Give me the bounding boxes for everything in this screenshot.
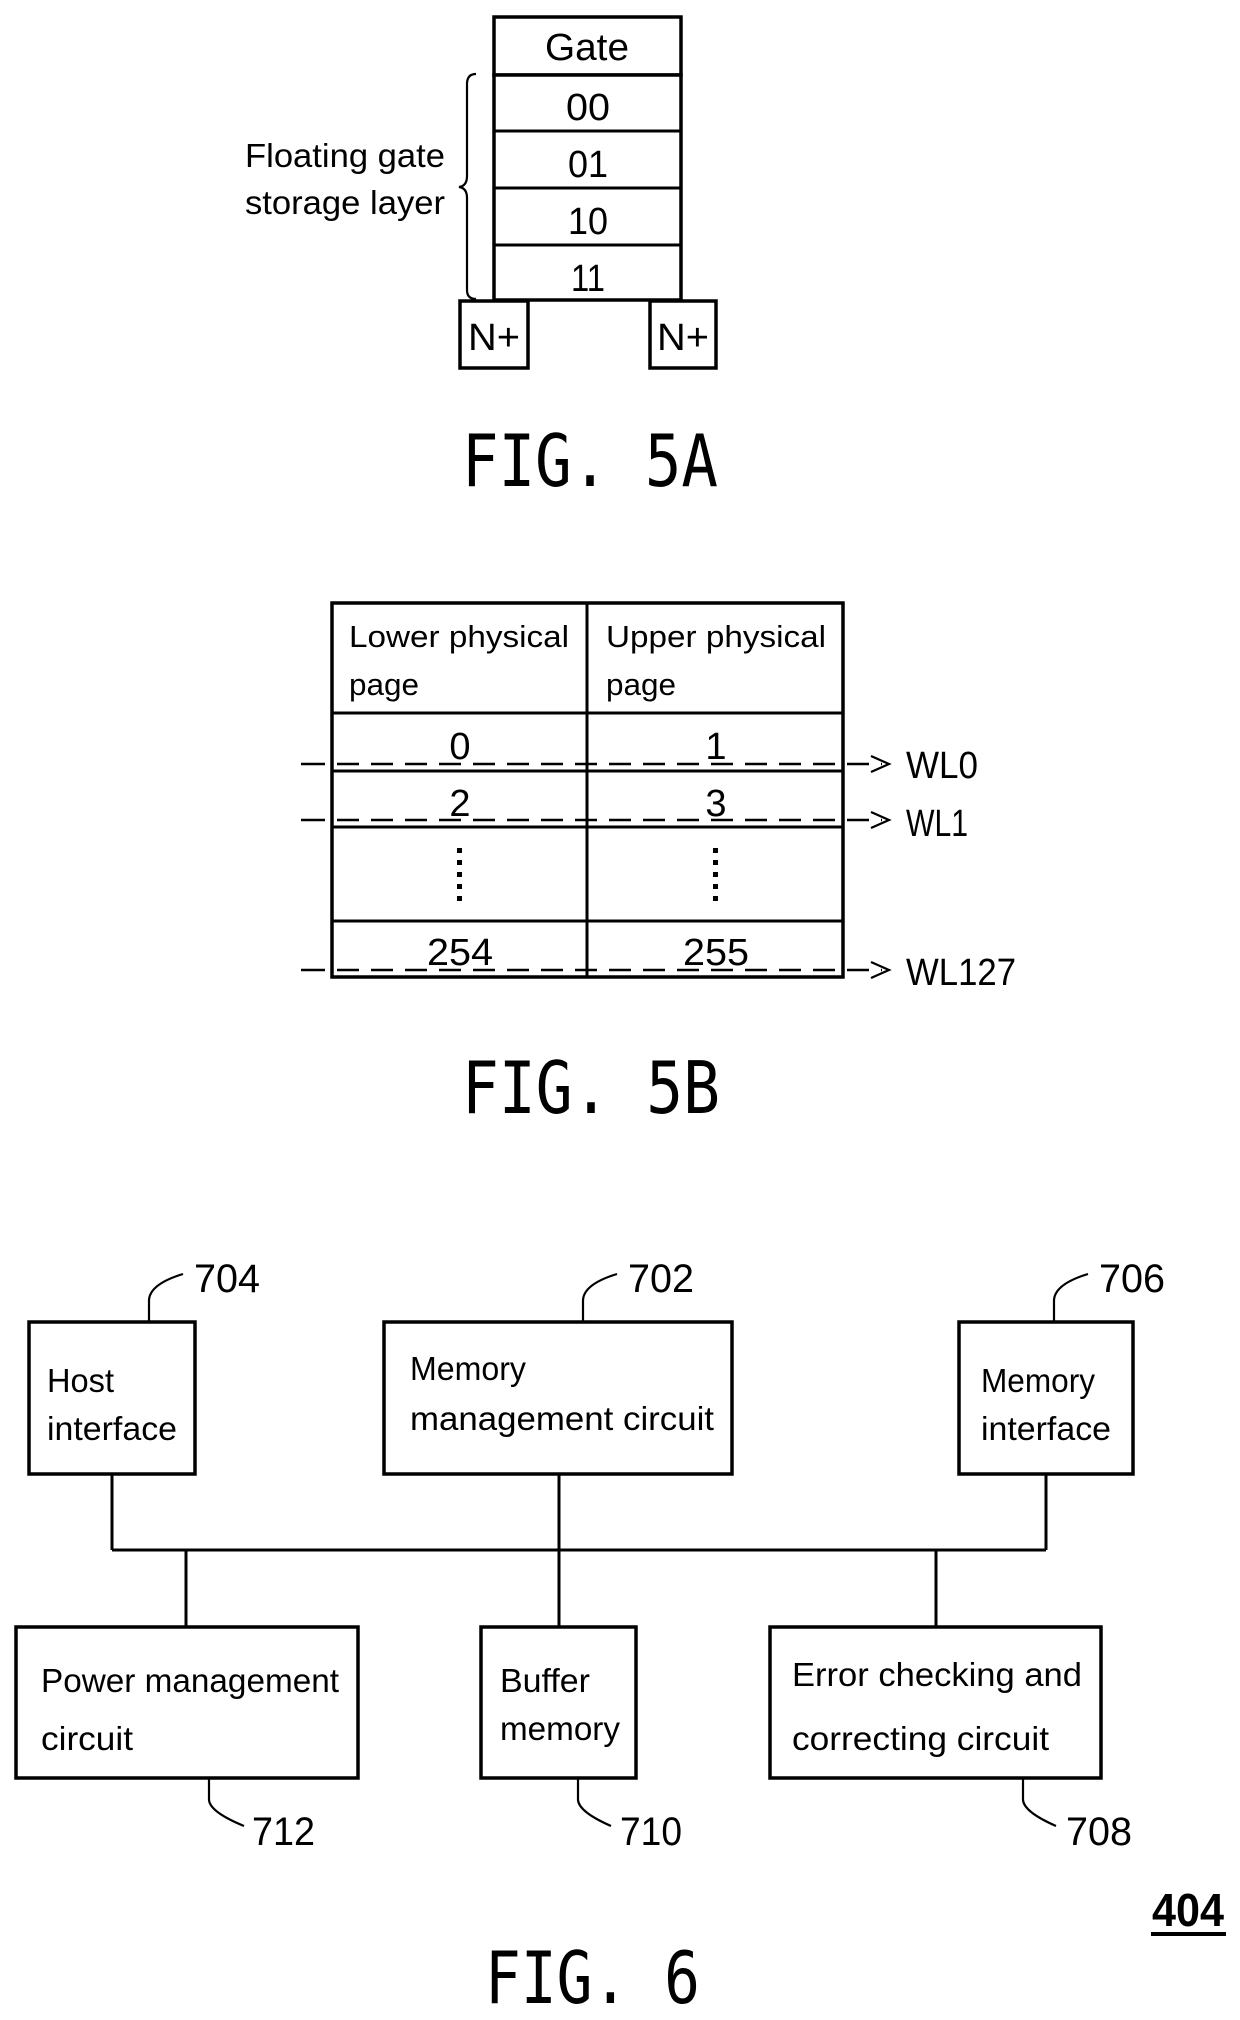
block-label-line1: Error checking and — [792, 1656, 1082, 1693]
upper-page-255: 255 — [683, 932, 749, 974]
ecc-block: Error checking and correcting circuit 70… — [768, 1625, 1132, 1854]
layer-state-10: 10 — [568, 201, 608, 243]
ref-702: 702 — [628, 1257, 694, 1301]
leader-line — [147, 1272, 184, 1321]
drain-label: N+ — [657, 317, 709, 359]
arrow-icon — [870, 810, 892, 830]
block-label-line2: circuit — [41, 1720, 133, 1757]
floating-gate-label-line1: Floating gate — [245, 137, 445, 174]
leader-line — [1052, 1272, 1089, 1321]
ref-710: 710 — [620, 1810, 682, 1854]
lower-page-254: 254 — [427, 932, 493, 974]
brace-icon — [458, 72, 477, 301]
header-upper-line2: page — [606, 667, 676, 702]
ref-712: 712 — [252, 1810, 315, 1854]
patent-drawing-sheet: Gate 00 01 10 11 N+ N+ Floating gate sto… — [14, 15, 1226, 2020]
block-label-line2: interface — [47, 1410, 177, 1447]
leader-line — [207, 1779, 245, 1828]
floating-gate-label-line2: storage layer — [245, 184, 445, 221]
leader-line — [1021, 1779, 1057, 1828]
upper-page-3: 3 — [705, 783, 726, 825]
fig-6-caption: FIG. 6 — [485, 1936, 700, 2020]
host-interface-block: Host interface 704 — [27, 1257, 260, 1476]
layer-state-00: 00 — [566, 87, 610, 129]
block-label-line1: Host — [47, 1362, 114, 1399]
fig-5b-caption: FIG. 5B — [462, 1046, 720, 1130]
ref-704: 704 — [194, 1257, 260, 1301]
word-line-label: WL127 — [906, 952, 1016, 994]
lower-page-2: 2 — [449, 783, 470, 825]
header-upper-line1: Upper physical — [606, 619, 826, 654]
fig-5b: Lower physical page Upper physical page … — [301, 601, 1016, 1130]
ref-708: 708 — [1066, 1810, 1132, 1854]
block-label-line2: memory — [500, 1710, 620, 1747]
arrow-icon — [870, 754, 892, 774]
block-label-line2: interface — [981, 1410, 1111, 1447]
block-label-line1: Buffer — [500, 1662, 590, 1699]
word-line-label: WL0 — [906, 745, 978, 787]
header-lower-line2: page — [349, 667, 419, 702]
header-lower-line1: Lower physical — [349, 619, 569, 654]
fig-5a-caption: FIG. 5A — [462, 419, 718, 503]
device-reference-404: 404 — [1152, 1884, 1224, 1936]
power-management-block: Power management circuit 712 — [14, 1625, 360, 1854]
layer-state-01: 01 — [568, 144, 608, 186]
leader-line — [576, 1779, 612, 1828]
memory-interface-block: Memory interface 706 — [957, 1257, 1165, 1476]
arrow-icon — [870, 960, 892, 980]
word-line-label: WL1 — [906, 803, 968, 845]
buffer-memory-block: Buffer memory 710 — [479, 1625, 682, 1854]
block-label-line2: management circuit — [410, 1400, 714, 1437]
block-label-line1: Power management — [41, 1662, 339, 1699]
source-label: N+ — [468, 317, 520, 359]
gate-label: Gate — [545, 27, 629, 69]
block-label-line1: Memory — [981, 1362, 1095, 1399]
ref-706: 706 — [1099, 1257, 1165, 1301]
fig-6: Host interface 704 Memory management cir… — [14, 1257, 1226, 2020]
memory-management-block: Memory management circuit 702 — [382, 1257, 734, 1476]
layer-state-11: 11 — [571, 258, 605, 300]
leader-line — [581, 1272, 618, 1321]
lower-page-0: 0 — [449, 726, 470, 768]
block-label-line1: Memory — [410, 1350, 526, 1387]
upper-page-1: 1 — [705, 726, 726, 768]
block-label-line2: correcting circuit — [792, 1720, 1049, 1757]
fig-5a: Gate 00 01 10 11 N+ N+ Floating gate sto… — [245, 15, 718, 503]
